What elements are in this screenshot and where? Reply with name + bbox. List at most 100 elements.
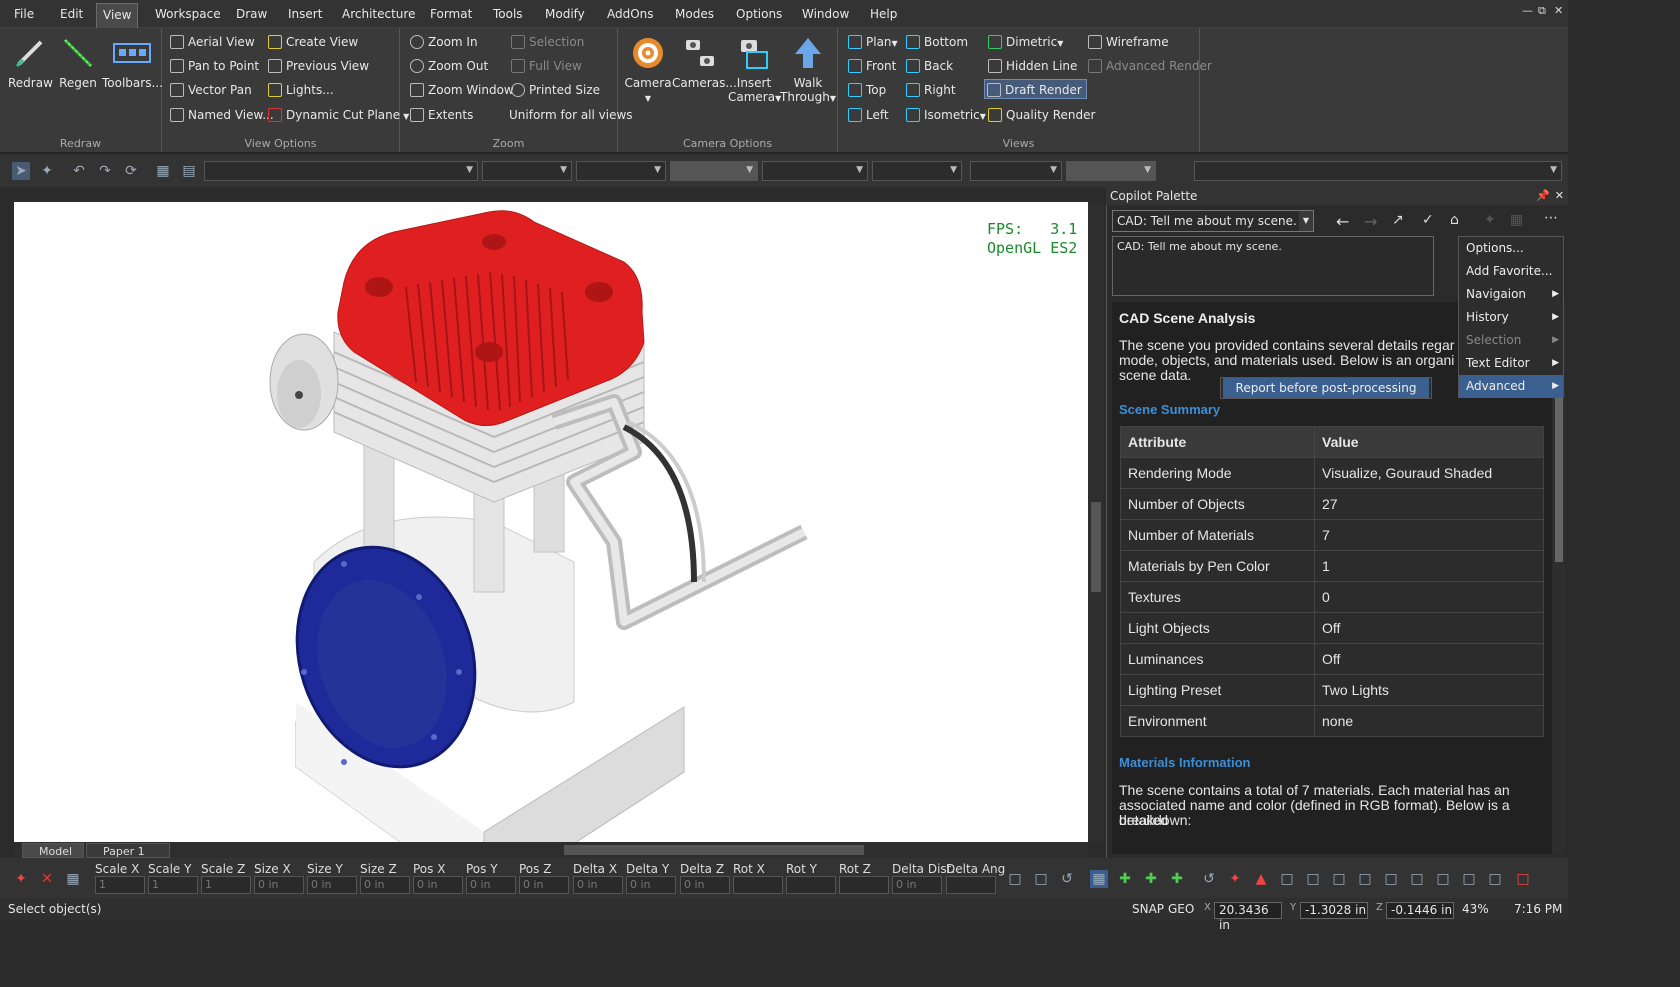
tab-paper-1[interactable]: Paper 1 [86,843,170,858]
isometric-view-button[interactable]: Isometric▼ [904,105,986,125]
coord-x-field[interactable]: 20.3436 in [1214,902,1282,932]
vector-pan-button[interactable]: Vector Pan [168,80,252,100]
regen-button[interactable]: Regen [56,36,100,90]
zoom-in-button[interactable]: Zoom In [408,32,478,52]
front-view-button[interactable]: Front [846,56,896,76]
draft-render-button[interactable]: Draft Render [984,79,1087,99]
command-dropdown[interactable]: ▼ [1194,161,1562,181]
scale-z-field[interactable]: 1 [201,876,251,894]
aerial-view-button[interactable]: Aerial View [168,32,255,52]
snap-g-icon[interactable]: □ [1434,870,1452,888]
close-icon[interactable]: ✕ [1554,4,1563,17]
print-style-dropdown[interactable]: ▼ [1066,161,1156,181]
plan-view-button[interactable]: Plan▼ [846,32,898,52]
pos-z-field[interactable]: 0 in [519,876,569,894]
snap-midpoint-icon[interactable]: ✚ [1142,870,1160,888]
menu-format[interactable]: Format [428,0,474,28]
close-palette-icon[interactable]: ✕ [1555,187,1564,205]
menu-item-history[interactable]: History ▶ [1459,306,1563,329]
snap-nearest-icon[interactable]: ✦ [1226,870,1244,888]
rot-z-field[interactable] [839,876,889,894]
top-view-button[interactable]: Top [846,80,886,100]
cancel-x-icon[interactable]: ✕ [38,870,56,888]
drawing-viewport[interactable] [14,202,1088,842]
dynamic-cut-plane-button[interactable]: Dynamic Cut Plane ▼ [266,105,409,125]
previous-view-button[interactable]: Previous View [266,56,369,76]
pan-to-point-button[interactable]: Pan to Point [168,56,259,76]
snap-tangent-icon[interactable]: ▲ [1252,870,1270,888]
delta-x-field[interactable]: 0 in [573,876,623,894]
more-options-icon[interactable]: ⋯ [1544,210,1558,226]
grid-disabled-icon[interactable]: ▦ [1510,212,1523,228]
cameras-button[interactable]: Cameras... [672,36,737,90]
viewport-vertical-scrollbar[interactable] [1088,202,1104,842]
linetype-dropdown[interactable]: ▼ [576,161,666,181]
printed-size-button[interactable]: Printed Size [509,80,600,100]
menu-item-selection[interactable]: Selection ▶ [1459,329,1563,352]
coord-z-field[interactable]: -0.1446 in [1386,902,1454,919]
size-y-field[interactable]: 0 in [307,876,357,894]
forward-arrow-icon[interactable]: → [1364,212,1377,231]
rot-y-field[interactable] [786,876,836,894]
snap-b-icon[interactable]: □ [1304,870,1322,888]
snap-tool-1-icon[interactable]: □ [1006,870,1024,888]
h-scroll-thumb[interactable] [564,845,864,855]
menu-item-report-before-post-processing[interactable]: Report before post-processing [1223,378,1429,398]
style-dropdown[interactable]: ▼ [762,161,868,181]
advanced-render-button[interactable]: Advanced Render [1086,56,1212,76]
color-dropdown[interactable]: ▼ [482,161,572,181]
snap-endpoint-icon[interactable]: ✚ [1116,870,1134,888]
insert-camera-button[interactable]: Insert Camera▼ [728,36,781,106]
grid-table-icon[interactable]: ▦ [64,870,82,888]
back-arrow-icon[interactable]: ← [1336,212,1349,231]
scale-x-field[interactable]: 1 [95,876,145,894]
snap-grid-icon[interactable]: ▦ [1090,870,1108,888]
scale-y-field[interactable]: 1 [148,876,198,894]
delta-z-field[interactable]: 0 in [680,876,730,894]
delta-dist-field[interactable]: 0 in [892,876,942,894]
dimetric-view-button[interactable]: Dimetric▼ [986,32,1063,52]
snap-perp-icon[interactable]: ↺ [1200,870,1218,888]
engine-model[interactable] [14,202,1088,842]
tab-model[interactable]: Model [22,843,84,858]
menu-tools[interactable]: Tools [491,0,525,28]
extents-button[interactable]: Extents [408,105,473,125]
textstyle-dropdown[interactable]: ▼ [970,161,1062,181]
left-view-button[interactable]: Left [846,105,889,125]
share-icon[interactable]: ↗ [1392,212,1404,228]
snap-f-icon[interactable]: □ [1408,870,1426,888]
hidden-line-button[interactable]: Hidden Line [986,56,1077,76]
menu-item-add-favorite[interactable]: Add Favorite... [1459,260,1563,283]
menu-architecture[interactable]: Architecture [340,0,417,28]
menu-item-options[interactable]: Options... [1459,237,1563,260]
menu-addons[interactable]: AddOns [605,0,656,28]
pick-icon[interactable]: ✦ [38,162,56,180]
lights-button[interactable]: Lights... [266,80,334,100]
delta-y-field[interactable]: 0 in [626,876,676,894]
bottom-view-button[interactable]: Bottom [904,32,968,52]
redo-icon[interactable]: ↷ [96,162,114,180]
snap-a-icon[interactable]: □ [1278,870,1296,888]
snap-j-icon[interactable]: □ [1514,870,1532,888]
geo-toggle[interactable]: GEO [1168,898,1194,920]
dimstyle-dropdown[interactable]: ▼ [872,161,962,181]
snap-i-icon[interactable]: □ [1486,870,1504,888]
table-icon[interactable]: ▦ [154,162,172,180]
menu-edit[interactable]: Edit [58,0,85,28]
walk-through-button[interactable]: Walk Through▼ [780,36,836,106]
size-z-field[interactable]: 0 in [360,876,410,894]
select-arrow-icon[interactable]: ➤ [12,162,30,180]
magic-select-icon[interactable]: ✦ [12,870,30,888]
menu-modes[interactable]: Modes [673,0,716,28]
undo-icon[interactable]: ↶ [70,162,88,180]
pin-icon[interactable]: 📌 [1536,187,1550,205]
menu-insert[interactable]: Insert [286,0,324,28]
menu-view[interactable]: View [96,3,139,28]
snap-e-icon[interactable]: □ [1382,870,1400,888]
snap-h-icon[interactable]: □ [1460,870,1478,888]
viewport-horizontal-scrollbar[interactable] [14,842,1088,858]
menu-item-navigation[interactable]: Navigaion ▶ [1459,283,1563,306]
coord-y-field[interactable]: -1.3028 in [1300,902,1368,919]
right-view-button[interactable]: Right [904,80,956,100]
menu-item-advanced[interactable]: Advanced ▶ [1459,375,1563,398]
